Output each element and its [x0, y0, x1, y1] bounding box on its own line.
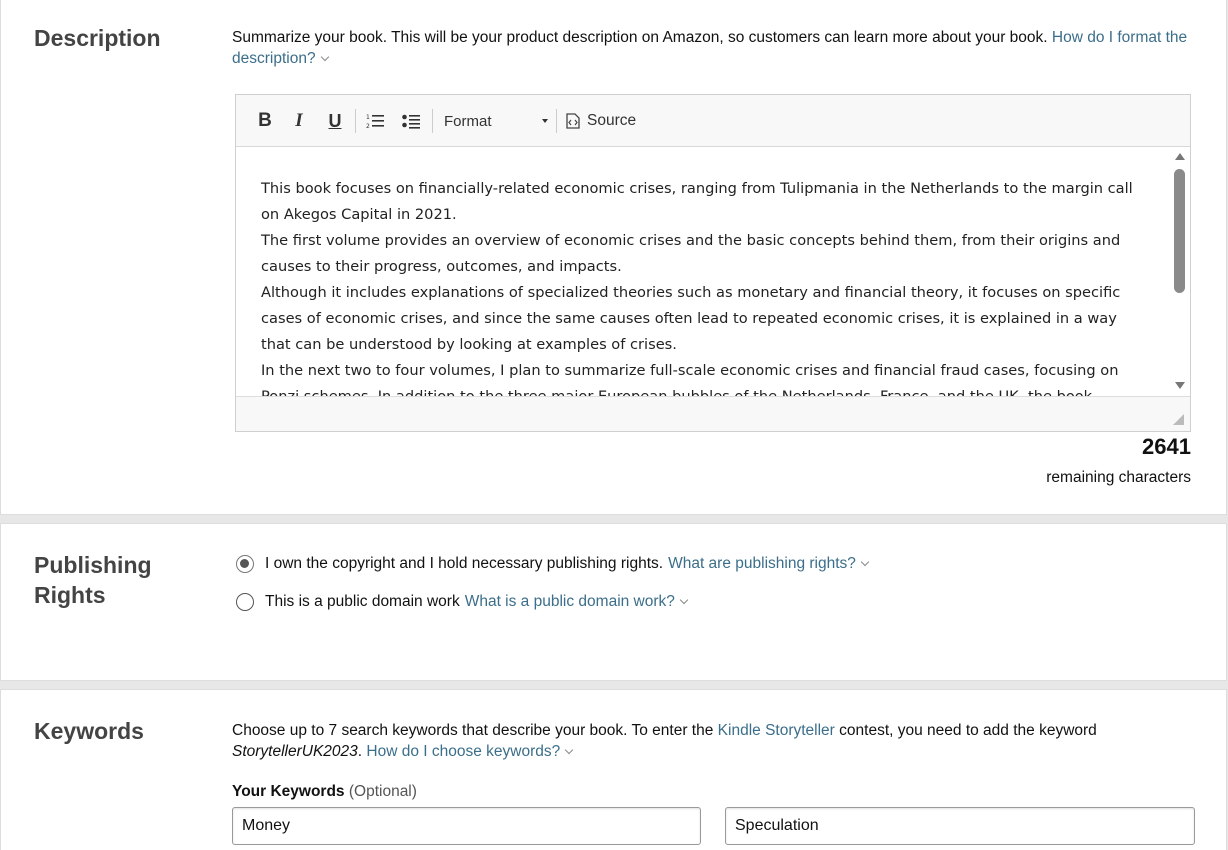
- chevron-down-icon: [860, 557, 870, 567]
- choose-keywords-help-link[interactable]: How do I choose keywords?: [366, 743, 574, 760]
- own-copyright-option[interactable]: I own the copyright and I hold necessary…: [236, 555, 870, 573]
- svg-text:1: 1: [366, 114, 370, 121]
- public-domain-label: This is a public domain work: [265, 593, 460, 610]
- description-paragraph: The first volume provides an overview of…: [261, 232, 1121, 275]
- toolbar-divider: [556, 109, 557, 133]
- remaining-character-count: 2641: [1142, 434, 1191, 459]
- keywords-section: Keywords Choose up to 7 search keywords …: [0, 689, 1227, 850]
- storyteller-keyword: StorytellerUK2023: [232, 743, 358, 760]
- source-button-label: Source: [587, 112, 637, 129]
- numbered-list-button[interactable]: 1 2: [364, 108, 386, 134]
- source-button[interactable]: Source: [566, 108, 640, 134]
- bulleted-list-button[interactable]: [400, 108, 422, 134]
- editor-footer: [236, 396, 1190, 431]
- svg-text:2: 2: [366, 123, 370, 129]
- public-domain-help-link[interactable]: What is a public domain work?: [465, 593, 689, 611]
- scrollbar-thumb[interactable]: [1174, 169, 1185, 293]
- toolbar-divider: [355, 109, 356, 133]
- own-copyright-label: I own the copyright and I hold necessary…: [265, 555, 664, 572]
- chevron-down-icon: [320, 52, 329, 62]
- scroll-down-arrow-icon[interactable]: [1175, 382, 1185, 389]
- description-section: Description Summarize your book. This wi…: [0, 0, 1227, 515]
- kindle-storyteller-link[interactable]: Kindle Storyteller: [718, 722, 835, 739]
- public-domain-option[interactable]: This is a public domain work What is a p…: [236, 593, 689, 611]
- format-dropdown-label: Format: [444, 112, 492, 130]
- own-copyright-radio[interactable]: [236, 555, 254, 573]
- caret-down-icon: [542, 119, 548, 123]
- public-domain-radio[interactable]: [236, 593, 254, 611]
- keywords-intro-period: .: [357, 743, 363, 760]
- keywords-intro: Choose up to 7 search keywords that desc…: [232, 720, 1192, 762]
- chevron-down-icon: [679, 595, 689, 605]
- italic-button[interactable]: I: [288, 108, 310, 134]
- keywords-intro-text: contest, you need to add the keyword: [839, 722, 1097, 739]
- source-code-icon: [566, 113, 580, 129]
- chevron-down-icon: [565, 745, 574, 755]
- description-paragraph: In the next two to four volumes, I plan …: [261, 362, 1119, 396]
- description-paragraph: Although it includes explanations of spe…: [261, 284, 1121, 353]
- description-heading: Description: [34, 25, 161, 51]
- format-dropdown[interactable]: Format: [444, 108, 548, 134]
- publishing-rights-heading: Publishing Rights: [34, 552, 152, 608]
- bulleted-list-icon: [402, 114, 420, 129]
- keyword-input-1[interactable]: [232, 807, 701, 845]
- publishing-rights-help-link[interactable]: What are publishing rights?: [668, 555, 870, 573]
- keywords-heading: Keywords: [34, 718, 144, 744]
- description-intro: Summarize your book. This will be your p…: [232, 27, 1192, 69]
- keyword-input-2[interactable]: [725, 807, 1195, 845]
- description-editor: B I U 1 2 Format Source This book focuse…: [235, 94, 1191, 432]
- keywords-intro-text: Choose up to 7 search keywords that desc…: [232, 722, 714, 739]
- remaining-characters-label: remaining characters: [1046, 469, 1191, 486]
- underline-button[interactable]: U: [324, 108, 346, 134]
- numbered-list-icon: 1 2: [366, 114, 384, 129]
- toolbar-divider: [432, 109, 433, 133]
- editor-scrollbar[interactable]: [1170, 147, 1190, 396]
- description-intro-text: Summarize your book. This will be your p…: [232, 29, 1048, 46]
- your-keywords-label: Your Keywords (Optional): [232, 783, 417, 800]
- editor-toolbar: B I U 1 2 Format Source: [236, 95, 1190, 147]
- resize-handle-icon[interactable]: [1173, 414, 1184, 425]
- publishing-rights-section: Publishing Rights I own the copyright an…: [0, 523, 1227, 681]
- editor-content[interactable]: This book focuses on financially-related…: [236, 147, 1172, 396]
- description-paragraph: This book focuses on financially-related…: [261, 180, 1133, 223]
- scroll-up-arrow-icon[interactable]: [1175, 153, 1185, 160]
- bold-button[interactable]: B: [254, 108, 276, 134]
